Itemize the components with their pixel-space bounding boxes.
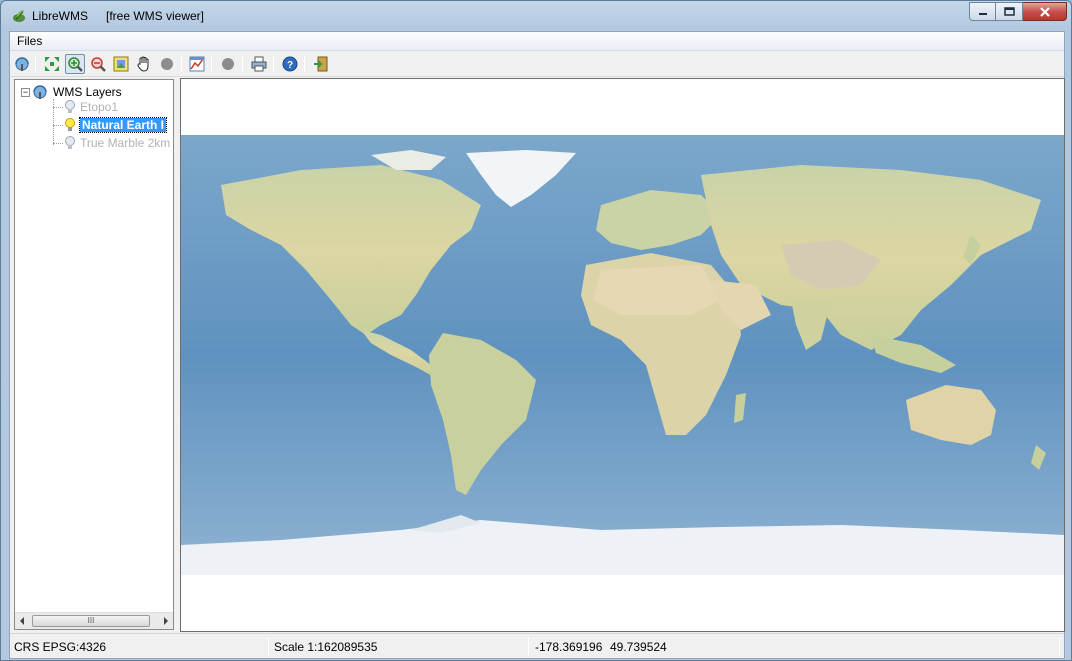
- window-subtitle: [free WMS viewer]: [106, 9, 205, 23]
- help-icon: ?: [282, 56, 298, 72]
- lightbulb-off-icon: [65, 136, 75, 149]
- tree-item-label: True Marble 2km: [80, 136, 171, 150]
- toolbar: ?: [10, 51, 1064, 77]
- print-button[interactable]: [249, 54, 269, 74]
- close-button[interactable]: [1023, 2, 1067, 21]
- exit-icon: [314, 56, 328, 72]
- tree-item-etopo1[interactable]: Etopo1: [53, 98, 118, 116]
- status-bar: CRS EPSG:4326 Scale 1:162089535 -178.369…: [10, 633, 1064, 658]
- tree-root-label: WMS Layers: [53, 85, 122, 99]
- tree-horizontal-scrollbar[interactable]: III: [15, 612, 173, 629]
- scroll-thumb[interactable]: III: [32, 615, 150, 627]
- crs-readout: CRS EPSG:4326: [14, 640, 107, 654]
- librewms-logo-icon: [13, 10, 25, 22]
- window-title: LibreWMS: [32, 9, 89, 23]
- zoom-out-button[interactable]: [88, 54, 108, 74]
- disabled-circle-icon: [222, 58, 234, 70]
- app-window: LibreWMS [free WMS viewer] Files ? − WMS…: [0, 0, 1072, 661]
- lightbulb-on-icon: [65, 118, 75, 131]
- map-canvas[interactable]: [180, 78, 1065, 632]
- wms-connect-icon: [15, 57, 29, 71]
- print-icon: [251, 56, 267, 72]
- title-bar[interactable]: LibreWMS [free WMS viewer]: [1, 1, 1071, 31]
- tree-item-true-marble[interactable]: True Marble 2km: [53, 134, 170, 152]
- zoom-out-icon: [91, 57, 106, 72]
- maximize-button[interactable]: [996, 2, 1023, 21]
- wms-connect-button[interactable]: [12, 54, 32, 74]
- tree-collapse-toggle[interactable]: −: [21, 88, 30, 97]
- tree-item-label: Natural Earth I: [78, 117, 168, 133]
- client-area: Files ? − WMS Layers Etopo1 Natural Eart…: [9, 31, 1065, 659]
- zoom-layer-button[interactable]: [111, 54, 131, 74]
- exit-button[interactable]: [311, 54, 331, 74]
- identify-icon: [189, 56, 205, 72]
- stop-icon: [161, 58, 173, 70]
- tree-item-natural-earth[interactable]: Natural Earth I: [53, 116, 168, 134]
- zoom-full-extent-button[interactable]: [42, 54, 62, 74]
- window-controls: [969, 2, 1067, 22]
- latitude-readout: 49.739524: [610, 640, 667, 654]
- longitude-readout: -178.369196: [535, 640, 603, 654]
- maximize-icon: [1003, 7, 1015, 16]
- scroll-right-icon[interactable]: [164, 617, 168, 625]
- disabled-tool-button[interactable]: [218, 54, 238, 74]
- identify-button[interactable]: [187, 54, 207, 74]
- pan-hand-icon: [137, 56, 149, 72]
- world-map-image: [181, 135, 1064, 575]
- zoom-in-button[interactable]: [65, 54, 85, 74]
- minimize-button[interactable]: [969, 2, 996, 21]
- scale-readout: Scale 1:162089535: [274, 640, 378, 654]
- scroll-left-icon[interactable]: [20, 617, 24, 625]
- lightbulb-off-icon: [65, 100, 75, 113]
- minimize-icon: [978, 12, 987, 15]
- layer-tree-panel[interactable]: − WMS Layers Etopo1 Natural Earth I True…: [14, 79, 174, 630]
- stop-button[interactable]: [157, 54, 177, 74]
- tree-item-label: Etopo1: [80, 100, 119, 114]
- zoom-in-icon: [68, 57, 83, 72]
- pan-button[interactable]: [134, 54, 154, 74]
- wms-server-icon: [33, 85, 47, 99]
- close-icon: [1039, 6, 1050, 17]
- help-button[interactable]: ?: [280, 54, 300, 74]
- svg-text:?: ?: [287, 60, 293, 71]
- zoom-full-extent-icon: [45, 57, 59, 71]
- menu-files[interactable]: Files: [17, 34, 42, 48]
- menu-bar: Files: [10, 32, 1064, 51]
- zoom-layer-icon: [113, 56, 129, 72]
